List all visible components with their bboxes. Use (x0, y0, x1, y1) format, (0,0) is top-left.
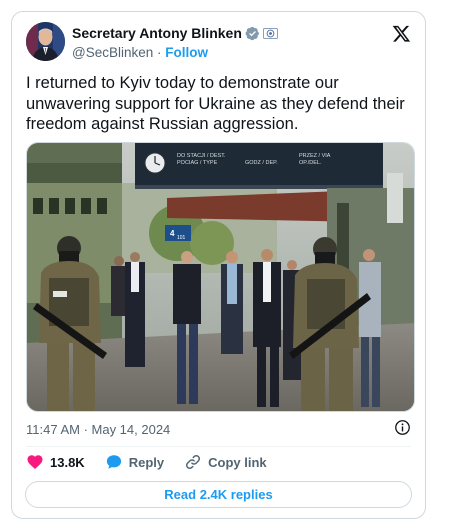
tweet-timestamp[interactable]: 11:47 AM · May 14, 2024 (26, 422, 170, 437)
read-replies-button[interactable]: Read 2.4K replies (25, 481, 412, 508)
reply-label: Reply (128, 454, 165, 470)
x-logo-icon[interactable] (392, 24, 411, 43)
author-handle[interactable]: @SecBlinken (72, 45, 153, 60)
sign-platform-sub: 101 (177, 235, 186, 241)
info-icon[interactable] (394, 419, 411, 436)
divider (26, 446, 411, 447)
verified-badge-icon (245, 26, 259, 40)
action-bar: 13.8K Reply Copy link (26, 453, 287, 471)
tweet-photo[interactable]: DO STACJI / DEST. POCIAG / TYPE GODZ / D… (26, 142, 415, 412)
avatar[interactable] (26, 22, 65, 61)
tweet-text: I returned to Kyiv today to demonstrate … (26, 74, 405, 133)
sign-header-left: DO STACJI / DEST. (177, 153, 226, 159)
link-icon (186, 454, 201, 470)
sign-platform-number: 4 (170, 229, 175, 238)
author-name-row: Secretary Antony Blinken (72, 25, 278, 41)
tweet-card: Secretary Antony Blinken @SecBlinken · F… (11, 11, 426, 519)
reply-button[interactable]: Reply (105, 453, 164, 471)
copy-link-button[interactable]: Copy link (184, 453, 267, 471)
reply-bubble-icon (106, 455, 121, 469)
sign-header-right-2: OP./DEL. (299, 160, 322, 166)
follow-button[interactable]: Follow (165, 45, 208, 60)
government-badge-icon (262, 27, 278, 39)
handle-row: @SecBlinken · Follow (72, 45, 208, 60)
author-name[interactable]: Secretary Antony Blinken (72, 25, 242, 41)
heart-icon (27, 455, 43, 469)
like-count: 13.8K (50, 454, 85, 470)
sign-header-left-2: POCIAG / TYPE (177, 160, 218, 166)
sign-header-mid: GODZ / DEP. (245, 160, 278, 166)
separator-dot: · (157, 45, 162, 60)
copy-link-label: Copy link (208, 454, 267, 470)
like-button[interactable]: 13.8K (26, 453, 85, 471)
sign-header-right: PRZEZ / VIA (299, 153, 331, 159)
